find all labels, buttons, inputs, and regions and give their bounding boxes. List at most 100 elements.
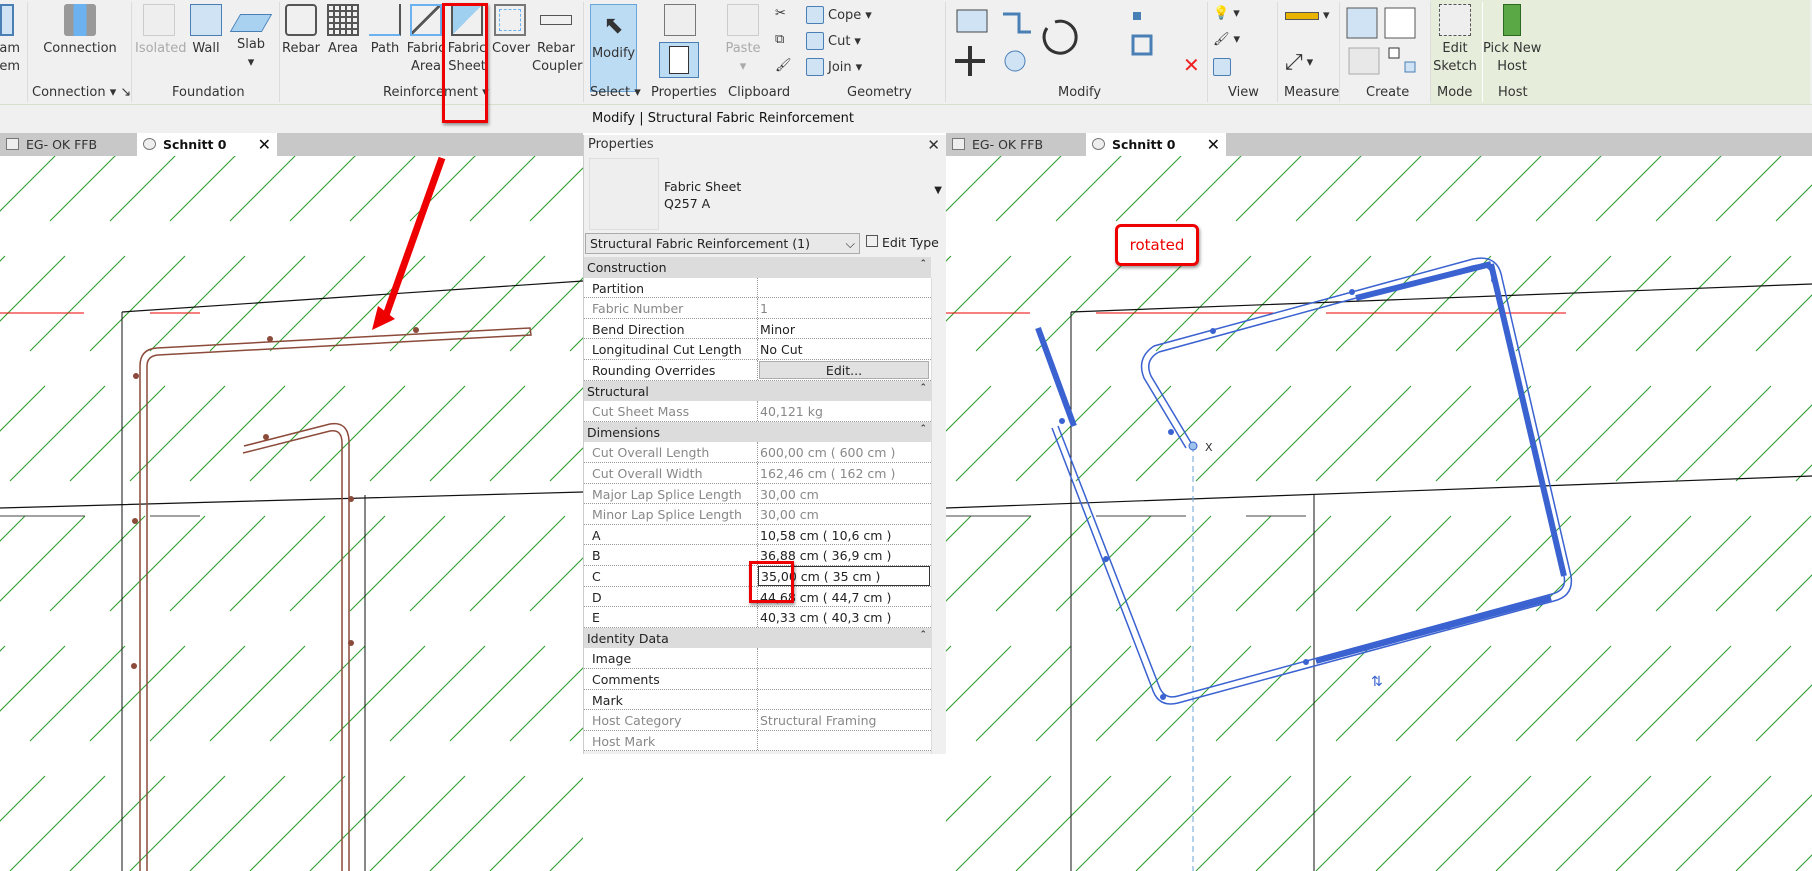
cut-clipboard-button[interactable]: ✂ xyxy=(775,6,786,21)
create-tools[interactable] xyxy=(1345,6,1425,78)
modify-button[interactable]: ⬉ Modify xyxy=(590,4,637,92)
hatch-line xyxy=(129,385,226,482)
flip-control-icon[interactable]: ⇅ xyxy=(1371,674,1383,690)
tab-schnitt-0-right[interactable]: Schnitt 0 ✕ xyxy=(1086,133,1226,156)
hatch-line xyxy=(975,255,1072,352)
hatch-line xyxy=(1015,775,1112,871)
hatch-line xyxy=(1215,645,1312,742)
copy-button[interactable]: ⧉ xyxy=(775,32,784,47)
area-reinforcement-button[interactable]: Area xyxy=(326,4,360,58)
property-value[interactable]: No Cut xyxy=(760,342,803,357)
close-properties-icon[interactable]: ✕ xyxy=(927,135,940,155)
measure-button[interactable]: ▾ xyxy=(1285,8,1330,23)
hide-button[interactable]: 💡 ▾ xyxy=(1213,6,1240,21)
dimension-button[interactable]: ⤢ ▾ xyxy=(1285,50,1313,75)
property-value: Structural Framing xyxy=(760,713,877,729)
right-section-view[interactable]: X ⇅ rotated xyxy=(946,156,1812,871)
modify-tools[interactable]: ✕ xyxy=(955,6,1205,81)
edit-sketch-button[interactable]: Edit Sketch xyxy=(1432,4,1478,76)
property-label: B xyxy=(592,548,601,564)
properties-toggle-button[interactable] xyxy=(659,42,699,78)
property-value[interactable]: 40,33 cm ( 40,3 cm ) xyxy=(760,610,891,625)
close-tab-icon[interactable]: ✕ xyxy=(258,133,271,156)
hatch-line xyxy=(509,277,583,352)
section-dimensions[interactable]: Dimensions ⌃ xyxy=(584,421,931,443)
paste-button[interactable]: Paste ▾ xyxy=(722,4,764,76)
section-label: Structural xyxy=(587,383,649,399)
selection-box-button[interactable] xyxy=(1213,58,1231,76)
join-button[interactable]: Join ▾ xyxy=(806,58,862,76)
instance-filter-dropdown[interactable]: Structural Fabric Reinforcement (1) ⌵ xyxy=(585,233,860,254)
path-reinforcement-button[interactable]: Path xyxy=(368,4,402,58)
tab-eg-ok-ffb-right[interactable]: EG- OK FFB xyxy=(946,133,1084,156)
override-graphics-button[interactable]: 🖌 ▾ xyxy=(1213,32,1240,47)
edit-rounding-button[interactable]: Edit... xyxy=(759,361,929,379)
property-row[interactable]: Partition xyxy=(584,277,931,299)
property-row[interactable]: Bend Direction Minor xyxy=(584,318,931,340)
connection-icon xyxy=(64,4,96,36)
hatch-line xyxy=(169,515,266,612)
type-preview-image xyxy=(589,158,659,230)
group-connection[interactable]: Connection ▾ ↘ xyxy=(32,85,131,100)
property-row[interactable]: A 10,58 cm ( 10,6 cm ) xyxy=(584,524,931,546)
fabric-area-icon xyxy=(410,4,442,36)
hatch-line xyxy=(129,775,226,871)
property-label: Cut Overall Length xyxy=(592,445,710,461)
wall-foundation-button[interactable]: Wall xyxy=(188,4,224,58)
match-properties-button[interactable]: 🖌 xyxy=(775,58,792,73)
collapse-icon[interactable]: ⌃ xyxy=(919,383,927,393)
collapse-icon[interactable]: ⌃ xyxy=(919,424,927,434)
beam-system-button[interactable]: am tem xyxy=(0,4,20,76)
hatch-line xyxy=(1715,515,1812,612)
cover-button[interactable]: Cover xyxy=(492,4,530,58)
edit-type-button[interactable]: Edit Type xyxy=(866,233,939,250)
rebar-coupler-button[interactable]: Rebar Coupler xyxy=(532,4,582,76)
property-row[interactable]: Longitudinal Cut Length No Cut xyxy=(584,339,931,360)
isolated-foundation-button[interactable]: Isolated xyxy=(135,4,187,58)
hatch-line xyxy=(946,156,971,221)
hatch-line xyxy=(1495,385,1592,482)
rebar-button[interactable]: Rebar xyxy=(282,4,320,58)
cut-geometry-button[interactable]: Cut ▾ xyxy=(806,32,861,50)
left-section-view[interactable] xyxy=(0,156,583,871)
collapse-icon[interactable]: ⌃ xyxy=(919,630,927,640)
property-label: Partition xyxy=(592,280,645,296)
property-value[interactable]: 10,58 cm ( 10,6 cm ) xyxy=(760,528,891,543)
slab-foundation-button[interactable]: Slab ▾ xyxy=(229,4,273,72)
property-row[interactable]: E 40,33 cm ( 40,3 cm ) xyxy=(584,607,931,628)
fabric-area-button[interactable]: Fabric Area xyxy=(406,4,446,76)
hatch-line xyxy=(1575,645,1672,742)
group-select[interactable]: Select ▾ xyxy=(590,85,641,100)
property-label: Minor Lap Splice Length xyxy=(592,507,742,523)
property-row[interactable]: Rounding Overrides Edit... xyxy=(584,360,931,381)
hatch-line xyxy=(1735,794,1812,871)
paintbrush-icon: 🖌 xyxy=(1213,32,1230,47)
section-structural[interactable]: Structural ⌃ xyxy=(584,380,931,402)
property-row[interactable]: Comments xyxy=(584,669,931,690)
property-row[interactable]: Mark xyxy=(584,689,931,711)
rebar-icon xyxy=(285,4,317,36)
group-modify: Modify xyxy=(1058,85,1102,100)
section-identity-data[interactable]: Identity Data ⌃ xyxy=(584,627,931,649)
property-row[interactable]: Image xyxy=(584,648,931,669)
tab-eg-ok-ffb[interactable]: EG- OK FFB xyxy=(0,133,135,156)
collapse-icon[interactable]: ⌃ xyxy=(919,259,927,269)
close-tab-icon[interactable]: ✕ xyxy=(1207,133,1220,156)
section-construction[interactable]: Construction ⌃ xyxy=(584,257,931,278)
pick-new-host-button[interactable]: Pick New Host xyxy=(1483,4,1541,76)
property-value[interactable]: Minor xyxy=(760,322,795,337)
group-clipboard: Clipboard xyxy=(728,85,791,100)
cope-button[interactable]: Cope ▾ xyxy=(806,6,872,24)
tab-schnitt-0[interactable]: Schnitt 0 ✕ xyxy=(137,133,277,156)
hatch-line xyxy=(1075,775,1172,871)
hatch-line xyxy=(1095,645,1192,742)
ruler-icon xyxy=(1285,11,1319,20)
hatch-line xyxy=(1195,385,1292,482)
type-properties-button[interactable] xyxy=(660,4,700,40)
property-row: Host Category Structural Framing xyxy=(584,710,931,731)
properties-scrollbar[interactable] xyxy=(931,278,946,754)
hatch-line xyxy=(1495,775,1592,871)
connection-button[interactable]: Connection xyxy=(40,4,120,58)
type-selector[interactable]: Fabric Sheet Q257 A ▼ xyxy=(584,155,946,233)
hatch-line xyxy=(49,156,116,222)
